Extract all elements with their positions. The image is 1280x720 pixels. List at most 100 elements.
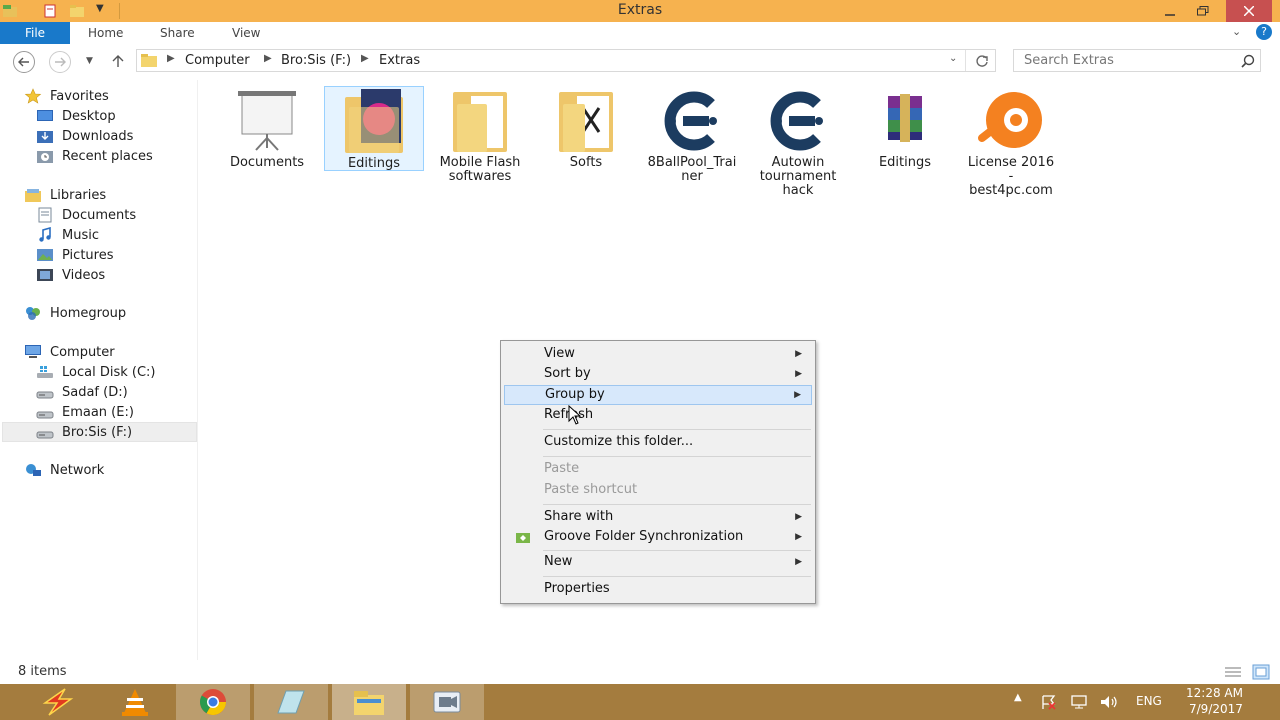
taskbar-app-file-explorer[interactable] — [332, 684, 406, 720]
menu-item-properties[interactable]: Properties — [504, 579, 812, 599]
minimize-button[interactable] — [1153, 0, 1187, 22]
file-item[interactable]: 8BallPool_Trainer — [642, 86, 742, 184]
nav-desktop[interactable]: Desktop — [24, 106, 153, 126]
window-title: Extras — [617, 2, 663, 18]
nav-label: Documents — [62, 207, 137, 223]
nav-pictures[interactable]: Pictures — [24, 245, 136, 265]
taskbar-app-notes[interactable] — [254, 684, 328, 720]
menu-item-customize-folder[interactable]: Customize this folder... — [504, 432, 812, 452]
nav-homegroup[interactable]: Homegroup — [24, 303, 126, 323]
nav-drive-e[interactable]: Emaan (E:) — [24, 402, 197, 422]
search-icon[interactable] — [1241, 54, 1255, 68]
menu-item-refresh[interactable]: Refresh — [504, 405, 812, 425]
vlc-icon — [122, 689, 148, 716]
breadcrumb-drive[interactable]: Bro:Sis (F:) — [281, 53, 351, 68]
breadcrumb-separator[interactable]: ▶ — [167, 53, 175, 64]
volume-icon[interactable] — [1099, 694, 1119, 710]
nav-documents[interactable]: Documents — [24, 205, 136, 225]
file-item[interactable]: License 2016 - best4pc.com — [961, 86, 1061, 198]
videos-icon — [37, 269, 53, 281]
back-button[interactable] — [13, 51, 35, 73]
nav-libraries[interactable]: Libraries — [24, 185, 136, 205]
tab-view[interactable]: View — [220, 22, 272, 44]
nav-label: Sadaf (D:) — [62, 384, 128, 400]
taskbar-app-vlc[interactable] — [98, 684, 172, 720]
forward-button[interactable] — [49, 51, 71, 73]
close-button[interactable] — [1226, 0, 1272, 22]
network-status-icon[interactable] — [1070, 694, 1088, 710]
maximize-button[interactable] — [1186, 0, 1220, 22]
windows-drive-icon — [37, 366, 53, 378]
context-menu: View ▶ Sort by ▶ Group by ▶ Refresh Cust… — [500, 340, 816, 604]
address-bar[interactable]: ▶ Computer ▶ Bro:Sis (F:) ▶ Extras ⌄ — [136, 49, 996, 72]
nav-label: Downloads — [62, 128, 134, 144]
tab-home[interactable]: Home — [76, 22, 135, 44]
taskbar-app-flash[interactable] — [20, 684, 94, 720]
recent-locations-icon[interactable]: ▼ — [86, 56, 93, 66]
file-item[interactable]: Autowin tournament hack — [748, 86, 848, 198]
menu-item-sort-by[interactable]: Sort by ▶ — [504, 364, 812, 384]
input-language[interactable]: ENG — [1136, 694, 1162, 708]
clock-date[interactable]: 7/9/2017 — [1189, 702, 1243, 716]
file-label: Documents — [229, 155, 305, 170]
tab-share[interactable]: Share — [148, 22, 207, 44]
breadcrumb-computer[interactable]: Computer — [185, 53, 250, 68]
nav-videos[interactable]: Videos — [24, 265, 136, 285]
pictures-icon — [37, 249, 53, 261]
help-icon[interactable]: ? — [1256, 24, 1272, 40]
menu-item-group-by[interactable]: Group by ▶ — [504, 385, 812, 405]
file-item-selected[interactable]: Editings — [324, 86, 424, 171]
menu-item-groove-sync[interactable]: Groove Folder Synchronization ▶ — [504, 527, 812, 547]
breadcrumb-separator[interactable]: ▶ — [264, 53, 272, 64]
nav-label: Music — [62, 227, 99, 243]
nav-favorites[interactable]: Favorites — [24, 86, 153, 106]
file-item[interactable]: Documents — [217, 86, 317, 170]
file-item[interactable]: Mobile Flash softwares — [430, 86, 530, 184]
nav-local-disk-c[interactable]: Local Disk (C:) — [24, 362, 197, 382]
file-label: 8BallPool_Trainer — [647, 155, 737, 184]
nav-label: Pictures — [62, 247, 114, 263]
menu-separator — [543, 456, 811, 457]
large-icons-view-icon[interactable] — [1252, 664, 1270, 680]
minimize-icon — [1165, 14, 1175, 16]
navigation-bar: ▼ ▶ Computer ▶ Bro:Sis (F:) ▶ Extras ⌄ — [0, 44, 1280, 78]
nav-music[interactable]: Music — [24, 225, 136, 245]
taskbar-app-chrome[interactable] — [176, 684, 250, 720]
show-hidden-icons[interactable]: ▲ — [1014, 692, 1022, 703]
file-label: Autowin tournament hack — [759, 155, 837, 198]
nav-drive-f[interactable]: Bro:Sis (F:) — [2, 422, 197, 442]
homegroup-group: Homegroup — [24, 303, 126, 323]
file-item[interactable]: Editings — [855, 86, 955, 170]
menu-label: Groove Folder Synchronization — [544, 529, 744, 544]
nav-label: Videos — [62, 267, 106, 283]
chrome-icon — [199, 689, 226, 715]
file-label: Editings — [878, 155, 932, 170]
menu-item-share-with[interactable]: Share with ▶ — [504, 507, 812, 527]
nav-label: Homegroup — [50, 305, 127, 321]
nav-network[interactable]: Network — [24, 460, 104, 480]
documents-icon — [38, 207, 52, 223]
folder-icon — [559, 92, 613, 152]
details-view-icon[interactable] — [1224, 665, 1242, 679]
menu-separator — [543, 429, 811, 430]
breadcrumb-extras[interactable]: Extras — [379, 53, 420, 68]
drive-icon — [36, 431, 54, 439]
nav-drive-d[interactable]: Sadaf (D:) — [24, 382, 197, 402]
tab-file[interactable]: File — [0, 22, 70, 44]
up-arrow-icon[interactable] — [111, 54, 125, 68]
address-dropdown-icon[interactable]: ⌄ — [949, 53, 957, 64]
file-item[interactable]: Softs — [536, 86, 636, 170]
clock-time[interactable]: 12:28 AM — [1186, 686, 1243, 700]
menu-item-new[interactable]: New ▶ — [504, 552, 812, 572]
breadcrumb-separator[interactable]: ▶ — [361, 53, 369, 64]
nav-computer[interactable]: Computer — [24, 342, 197, 362]
action-center-flag-icon[interactable] — [1040, 694, 1058, 710]
libraries-group: Libraries Documents Music Pictures Video… — [24, 185, 136, 285]
refresh-icon[interactable] — [975, 54, 989, 68]
taskbar-app-recorder[interactable] — [410, 684, 484, 720]
nav-downloads[interactable]: Downloads — [24, 126, 153, 146]
menu-item-view[interactable]: View ▶ — [504, 344, 812, 364]
search-input[interactable] — [1014, 50, 1234, 71]
nav-recent-places[interactable]: Recent places — [24, 146, 153, 166]
ribbon-expand-icon[interactable]: ⌄ — [1232, 25, 1241, 38]
